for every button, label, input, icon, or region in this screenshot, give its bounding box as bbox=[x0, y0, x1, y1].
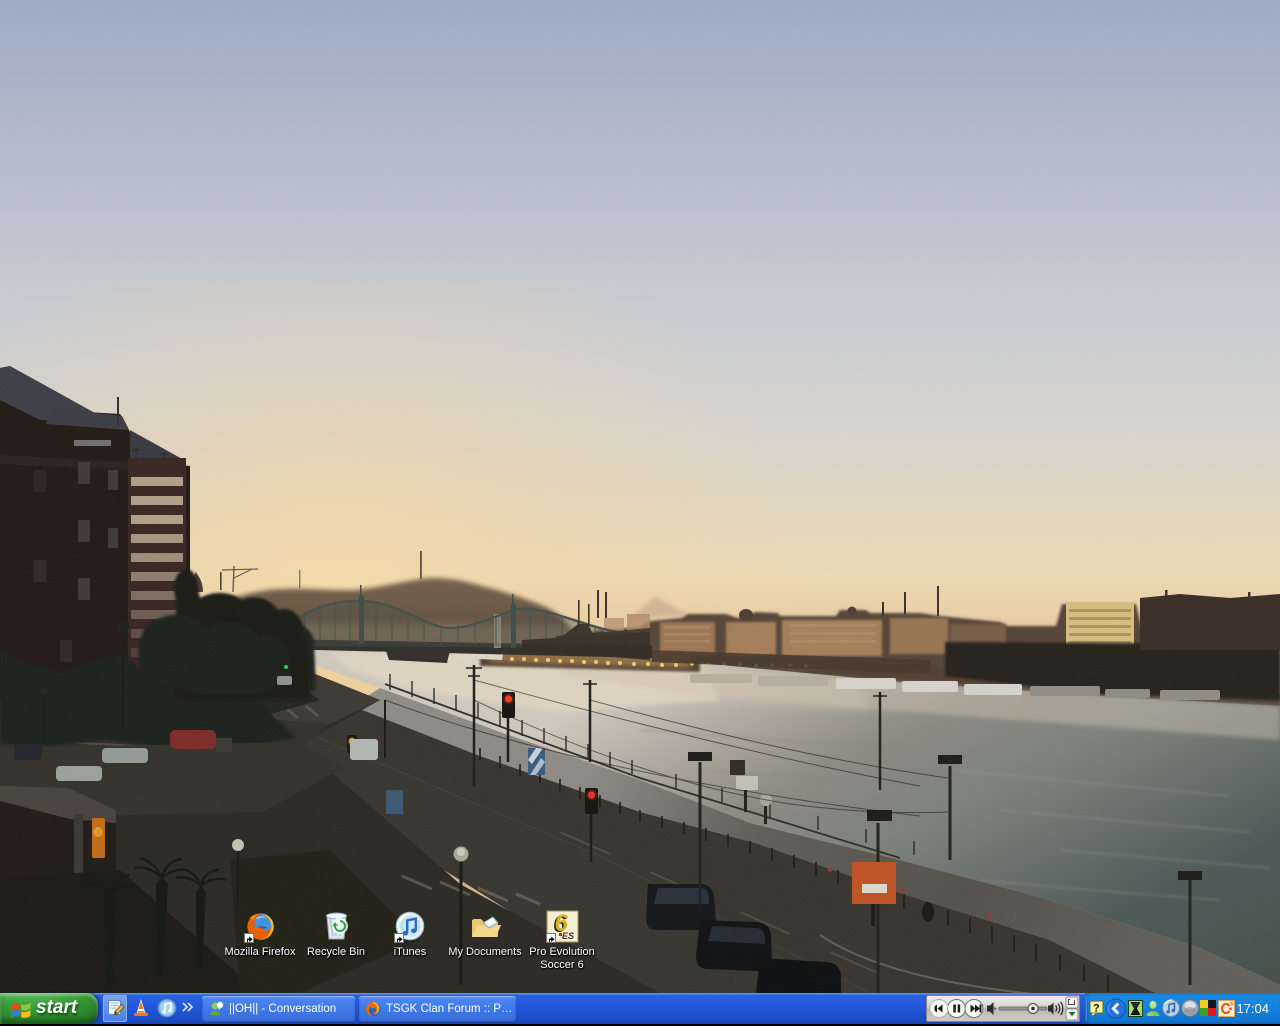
svg-text:ES: ES bbox=[562, 931, 574, 941]
